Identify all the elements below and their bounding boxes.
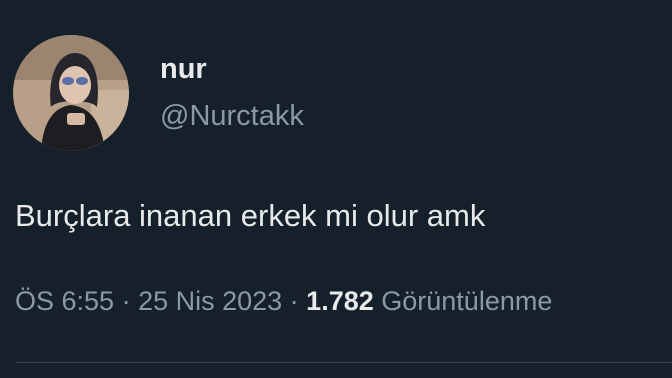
tweet-meta: ÖS 6:55 · 25 Nis 2023 · 1.782 Görüntülen… (15, 285, 672, 317)
author-handle[interactable]: @Nurctakk (160, 99, 304, 133)
avatar[interactable] (13, 35, 129, 151)
profile-photo-icon (13, 35, 129, 151)
divider (15, 362, 672, 363)
meta-separator: · (282, 286, 307, 316)
meta-separator: · (114, 286, 139, 316)
views-label: Görüntülenme (381, 286, 553, 316)
tweet-text: Burçlara inanan erkek mi olur amk (15, 198, 486, 233)
views-count: 1.782 (306, 286, 374, 316)
tweet-time[interactable]: ÖS 6:55 (15, 286, 114, 316)
tweet-date[interactable]: 25 Nis 2023 (138, 286, 282, 316)
author-display-name[interactable]: nur (160, 52, 207, 86)
